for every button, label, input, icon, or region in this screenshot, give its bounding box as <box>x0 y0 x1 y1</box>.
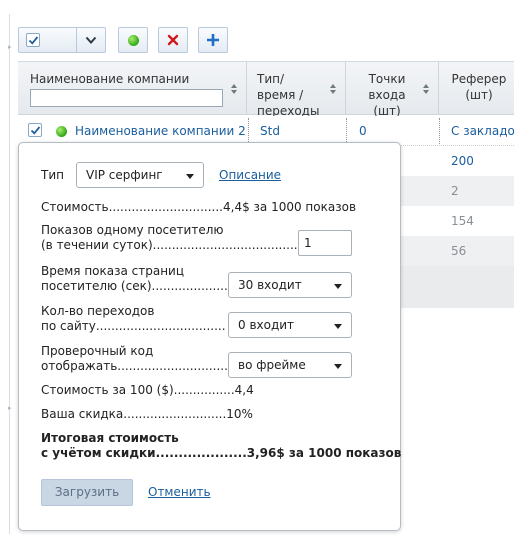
clicks-value: 0 входит <box>238 318 295 332</box>
campaign-settings-popup: Тип VIP серфинг Описание Стоимость......… <box>18 142 401 531</box>
referer-cell[interactable]: 200 <box>451 154 474 168</box>
views-per-visitor-value: 1 <box>304 236 312 250</box>
type-select-value: VIP серфинг <box>86 168 163 182</box>
type-label: Тип <box>41 168 64 182</box>
views-per-visitor-input[interactable]: 1 <box>298 230 352 256</box>
time-label-2: посетителю (сек)..................... <box>41 279 232 293</box>
time-label: Время показа страниц <box>41 264 185 278</box>
total-cost-line: с учётом скидки....................3,96$… <box>41 446 402 460</box>
column-entry-points[interactable]: Точки входа (шт) <box>346 62 439 118</box>
left-gutter-line <box>9 14 10 534</box>
gutter-arrow-icon: ▸ <box>8 43 12 51</box>
column-company-name[interactable]: Наименование компании <box>18 62 247 115</box>
cell-divider <box>346 118 347 144</box>
sort-icon[interactable] <box>423 84 430 96</box>
checkmark-icon <box>30 126 41 135</box>
caret-down-icon <box>334 364 342 369</box>
clicks-select[interactable]: 0 входит <box>228 312 352 338</box>
add-button[interactable] <box>198 27 228 53</box>
row-checkbox[interactable] <box>28 123 42 137</box>
column-label: Точки входа (шт) <box>368 72 406 118</box>
referer-cell: 56 <box>451 244 467 258</box>
gutter-arrow-icon: ▸ <box>8 404 12 412</box>
entry-points-cell[interactable]: 0 <box>359 124 367 138</box>
cancel-link[interactable]: Отменить <box>148 485 211 500</box>
referer-cell: 154 <box>451 214 474 228</box>
table-header: Наименование компании Тип/время /переход… <box>18 61 514 118</box>
status-active-icon <box>56 126 67 137</box>
caret-down-icon <box>334 324 342 329</box>
select-all-dropdown[interactable] <box>18 27 106 53</box>
activate-button[interactable] <box>118 27 148 53</box>
clicks-label-2: по сайту................................… <box>41 319 226 333</box>
check-code-value: во фрейме <box>238 358 306 372</box>
view-time-value: 30 входит <box>238 278 302 292</box>
cost-per-100-line: Стоимость за 100 ($)................4,4 <box>41 383 254 397</box>
company-filter-input[interactable] <box>30 89 223 107</box>
clicks-label: Кол-во переходов <box>41 304 155 318</box>
checkmark-icon <box>28 36 39 45</box>
column-label: Наименование компании <box>30 72 190 86</box>
description-link[interactable]: Описание <box>219 168 281 183</box>
views-label-2: (в течении суток).......................… <box>41 238 302 252</box>
column-label: Тип/время /переходы <box>257 72 320 118</box>
check-code-select[interactable]: во фрейме <box>228 352 352 378</box>
referer-cell[interactable]: С закладо <box>451 124 514 138</box>
table-row: 56 <box>396 236 514 266</box>
cost-line: Стоимость..............................4… <box>41 200 357 214</box>
sort-icon[interactable] <box>231 84 238 96</box>
column-referer[interactable]: Реферер (шт) <box>439 62 514 115</box>
sort-icon[interactable] <box>330 84 337 96</box>
total-cost-label: Итоговая стоимость <box>41 431 179 445</box>
table-row: 200 <box>396 146 514 176</box>
views-label: Показов одному посетителю <box>41 223 224 237</box>
check-code-label-2: отображать............................. <box>41 359 228 373</box>
chevron-down-icon[interactable] <box>85 36 97 45</box>
table-row: 154 <box>396 206 514 236</box>
view-time-select[interactable]: 30 входит <box>228 272 352 298</box>
caret-down-icon <box>186 174 194 179</box>
column-type-time[interactable]: Тип/время /переходы <box>247 62 346 118</box>
load-button[interactable]: Загрузить <box>41 479 133 506</box>
cell-divider <box>248 118 249 144</box>
red-x-icon <box>167 34 179 46</box>
discount-line: Ваша скидка...........................10… <box>41 407 253 421</box>
caret-down-icon <box>334 284 342 289</box>
check-code-label: Проверочный код <box>41 344 154 358</box>
green-dot-icon <box>127 34 139 46</box>
select-all-checkbox[interactable] <box>26 33 40 47</box>
table-footer <box>396 266 514 308</box>
company-name-link[interactable]: Наименование компании 2 <box>75 124 246 138</box>
column-label: Реферер (шт) <box>451 72 507 102</box>
cell-divider <box>439 118 440 144</box>
type-select[interactable]: VIP серфинг <box>76 162 204 188</box>
delete-button[interactable] <box>158 27 188 53</box>
table-row: 2 <box>396 176 514 206</box>
plus-icon <box>207 34 219 46</box>
type-cell[interactable]: Std <box>260 124 280 138</box>
referer-cell: 2 <box>451 184 459 198</box>
